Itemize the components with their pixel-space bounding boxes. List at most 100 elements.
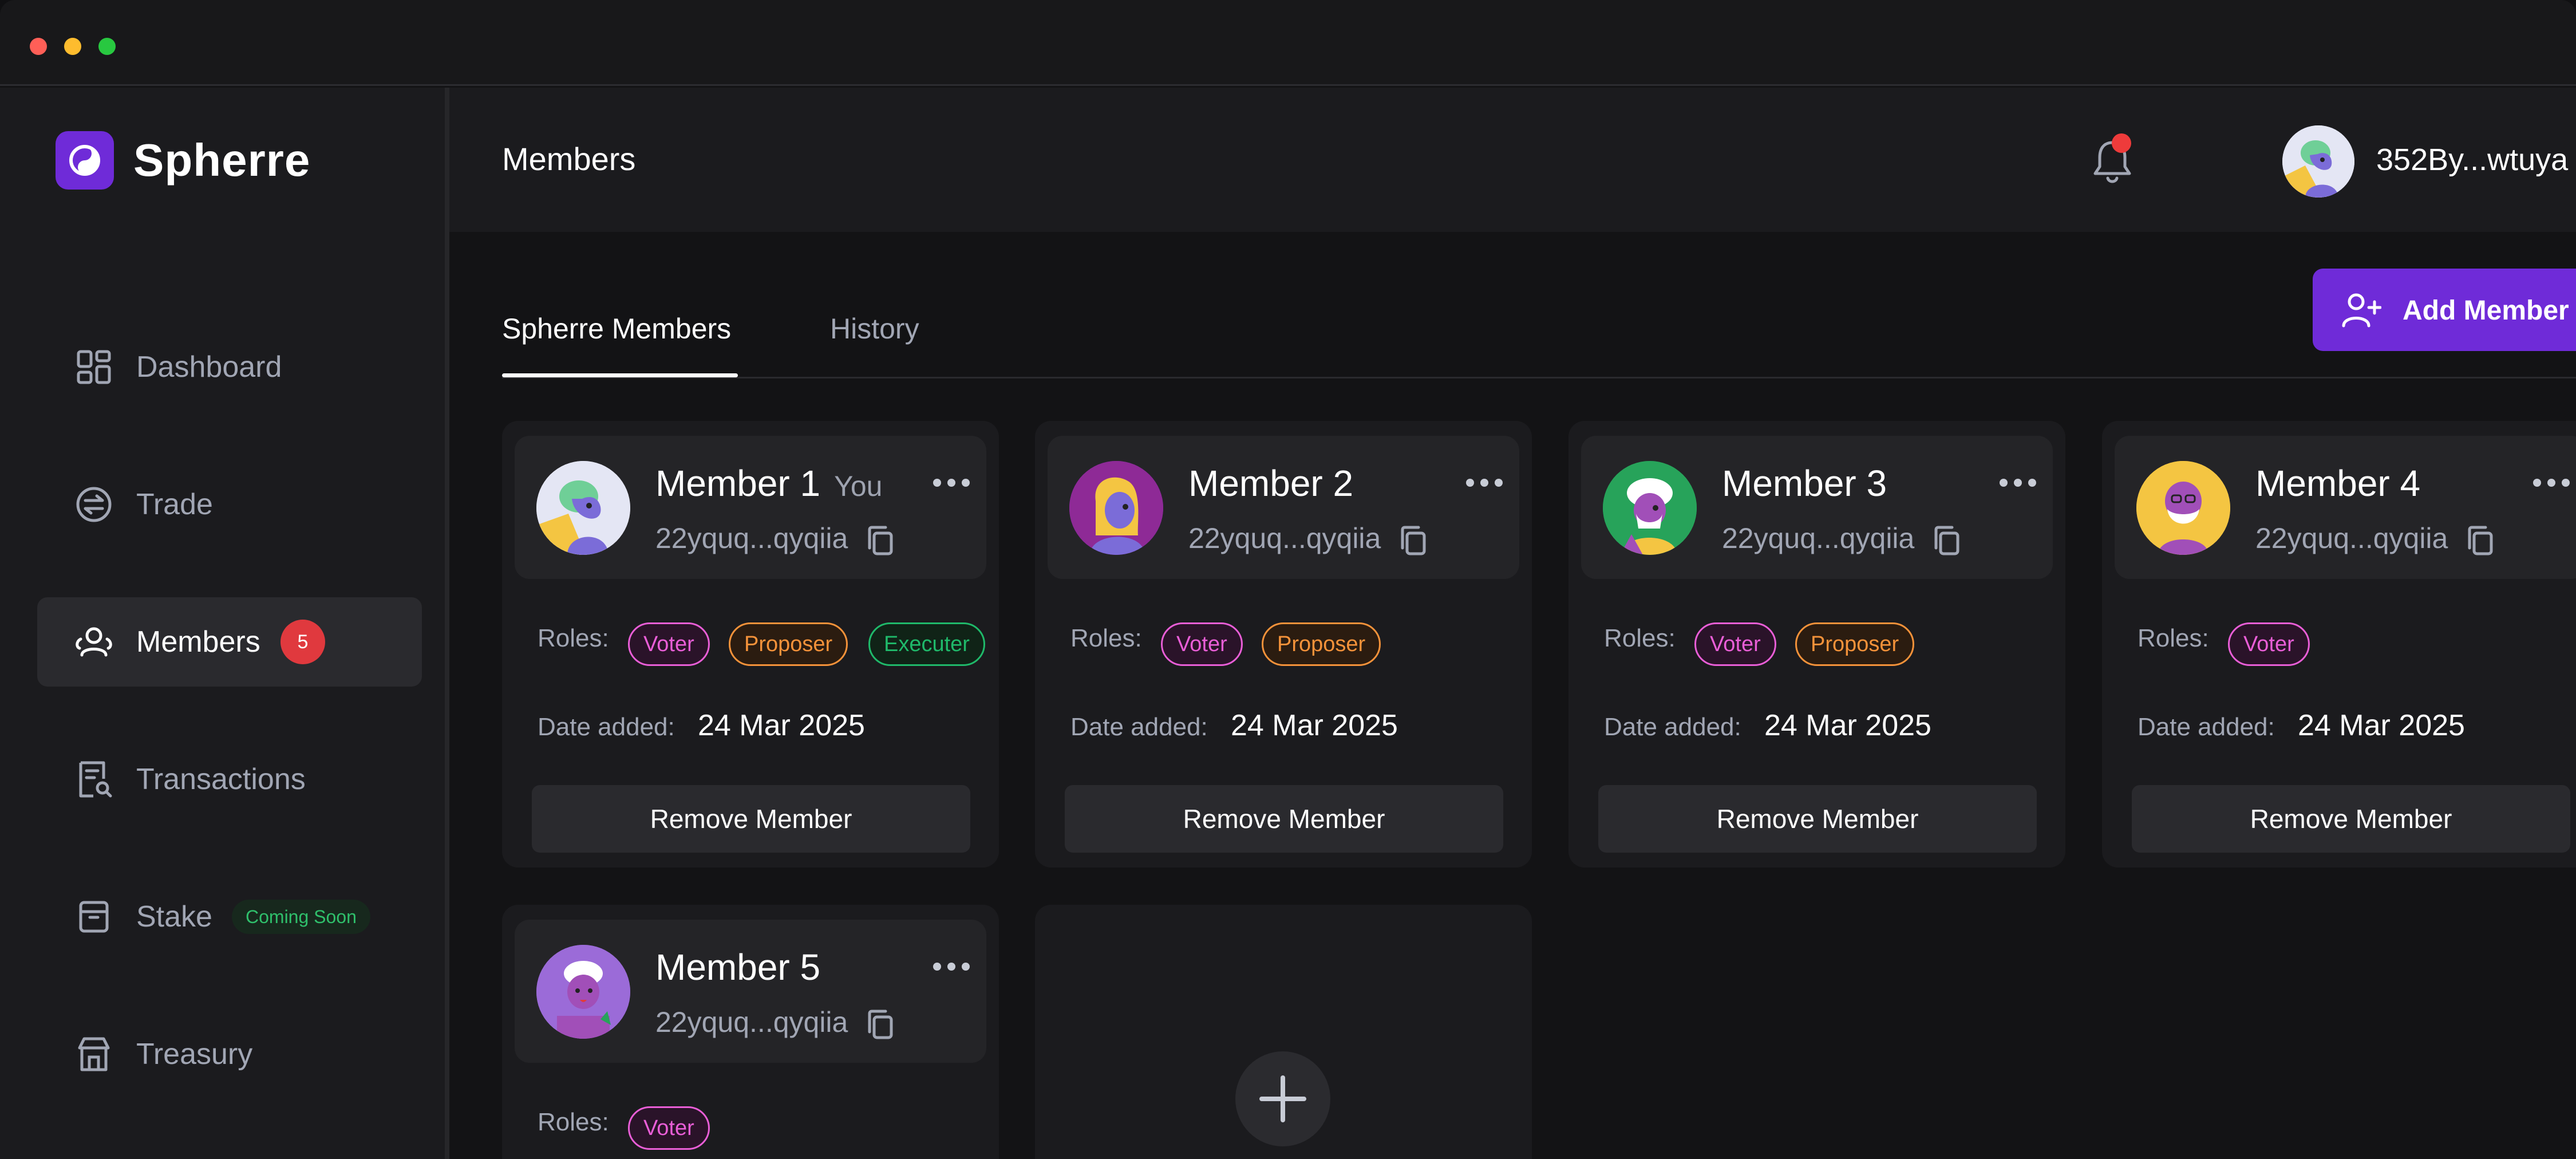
app-window: Spherre Dashboard Trade Members 5 Transa… — [0, 0, 2576, 1159]
remove-member-button[interactable]: Remove Member — [532, 785, 970, 853]
member-card-header: Member 2 22yquq...qyqiia — [1048, 436, 1519, 579]
sidebar-item-dashboard[interactable]: Dashboard — [37, 322, 422, 412]
member-name: Member 2 — [1188, 463, 1354, 504]
member-avatar — [1069, 461, 1163, 555]
copy-icon[interactable] — [1399, 525, 1427, 556]
date-added-value: 24 Mar 2025 — [1764, 709, 1931, 742]
member-card: Member 4 22yquq...qyqiia Roles: Voter Da… — [2102, 421, 2576, 868]
sidebar-item-stake[interactable]: Stake Coming Soon — [37, 872, 422, 961]
members-icon — [76, 627, 112, 657]
page-title: Members — [502, 141, 636, 177]
role-badge-proposer: Proposer — [1262, 622, 1381, 666]
add-user-icon — [2342, 293, 2381, 328]
role-badge-voter: Voter — [1694, 622, 1776, 666]
remove-member-button[interactable]: Remove Member — [2132, 785, 2570, 853]
member-address: 22yquq...qyqiia — [655, 522, 894, 556]
tab-spherre-members[interactable]: Spherre Members — [502, 312, 731, 345]
more-options-icon[interactable] — [1998, 477, 2038, 488]
date-added-label: Date added: — [1070, 713, 1208, 741]
roles-label: Roles: — [538, 1108, 609, 1136]
copy-icon[interactable] — [866, 1009, 894, 1040]
add-member-card[interactable] — [1035, 905, 1532, 1159]
member-name: Member 5 — [655, 947, 821, 988]
sidebar-item-transactions[interactable]: Transactions — [37, 735, 422, 824]
role-badge-voter: Voter — [628, 1106, 710, 1150]
roles-label: Roles: — [538, 624, 609, 652]
member-card: Member 5 22yquq...qyqiia Roles: Voter — [502, 905, 999, 1159]
dashboard-icon — [77, 350, 111, 384]
member-avatar — [2136, 461, 2230, 555]
user-avatar[interactable] — [2282, 125, 2354, 198]
role-badge-voter: Voter — [1161, 622, 1243, 666]
brand-name: Spherre — [133, 135, 311, 186]
transactions-icon — [79, 761, 112, 798]
copy-icon[interactable] — [1933, 525, 1960, 556]
window-titlebar — [0, 0, 2576, 86]
member-address: 22yquq...qyqiia — [1188, 522, 1427, 556]
member-card: Member 2 22yquq...qyqiia Roles: Voter Pr… — [1035, 421, 1532, 868]
you-label: You — [834, 470, 883, 502]
role-badge-executer: Executer — [868, 622, 985, 666]
member-address: 22yquq...qyqiia — [2255, 522, 2494, 556]
close-window-button[interactable] — [30, 38, 47, 55]
treasury-icon — [78, 1037, 110, 1071]
roles-label: Roles: — [1604, 624, 1676, 652]
copy-icon[interactable] — [866, 525, 894, 556]
member-card-header: Member 1 You 22yquq...qyqiia — [515, 436, 986, 579]
coming-soon-badge: Coming Soon — [232, 900, 370, 934]
roles-label: Roles: — [1070, 624, 1142, 652]
stake-icon — [79, 901, 109, 933]
sidebar-item-label: Transactions — [136, 763, 306, 796]
sidebar-item-label: Dashboard — [136, 350, 282, 384]
tab-history[interactable]: History — [830, 312, 919, 345]
sidebar-item-trade[interactable]: Trade — [37, 460, 422, 549]
role-badge-proposer: Proposer — [729, 622, 848, 666]
date-added-label: Date added: — [1604, 713, 1741, 741]
date-added-label: Date added: — [2138, 713, 2275, 741]
member-address: 22yquq...qyqiia — [1722, 522, 1960, 556]
member-card-header: Member 4 22yquq...qyqiia — [2115, 436, 2576, 579]
remove-member-button[interactable]: Remove Member — [1598, 785, 2037, 853]
member-address: 22yquq...qyqiia — [655, 1006, 894, 1040]
remove-member-button[interactable]: Remove Member — [1065, 785, 1503, 853]
brand[interactable]: Spherre — [56, 131, 310, 190]
more-options-icon[interactable] — [931, 961, 971, 972]
members-count-badge: 5 — [280, 620, 325, 664]
maximize-window-button[interactable] — [98, 38, 116, 55]
member-card: Member 3 22yquq...qyqiia Roles: Voter Pr… — [1568, 421, 2065, 868]
more-options-icon[interactable] — [2531, 477, 2571, 488]
member-name: Member 1 You — [655, 463, 883, 504]
member-name: Member 4 — [2255, 463, 2421, 504]
role-badge-voter: Voter — [2228, 622, 2310, 666]
sidebar: Spherre Dashboard Trade Members 5 Transa… — [0, 88, 449, 1159]
spherre-logo-icon — [56, 131, 114, 190]
user-wallet-address[interactable]: 352By...wtuya — [2376, 142, 2568, 178]
sidebar-item-treasury[interactable]: Treasury — [37, 1010, 422, 1099]
active-tab-indicator — [502, 373, 738, 377]
date-added-label: Date added: — [538, 713, 675, 741]
roles-label: Roles: — [2138, 624, 2209, 652]
member-card: Member 1 You 22yquq...qyqiia Roles: Voter… — [502, 421, 999, 868]
trade-icon — [76, 487, 112, 522]
member-card-header: Member 3 22yquq...qyqiia — [1581, 436, 2053, 579]
tabs-divider — [502, 377, 2576, 379]
sidebar-item-members[interactable]: Members 5 — [37, 597, 422, 687]
more-options-icon[interactable] — [1464, 477, 1504, 488]
member-avatar — [536, 461, 630, 555]
add-member-label: Add Member — [2403, 295, 2569, 326]
more-options-icon[interactable] — [931, 477, 971, 488]
date-added-value: 24 Mar 2025 — [1231, 709, 1398, 742]
add-member-button[interactable]: Add Member — [2313, 269, 2576, 351]
top-header: Members 352By...wtuya — [449, 88, 2576, 232]
sidebar-item-label: Treasury — [136, 1038, 253, 1071]
notification-dot — [2112, 133, 2131, 153]
member-card-header: Member 5 22yquq...qyqiia — [515, 920, 986, 1063]
sidebar-item-label: Members — [136, 625, 260, 659]
date-added-value: 24 Mar 2025 — [698, 709, 865, 742]
member-avatar — [1603, 461, 1697, 555]
minimize-window-button[interactable] — [64, 38, 81, 55]
member-name: Member 3 — [1722, 463, 1887, 504]
date-added-value: 24 Mar 2025 — [2298, 709, 2465, 742]
copy-icon[interactable] — [2466, 525, 2494, 556]
add-member-plus-button[interactable] — [1235, 1051, 1330, 1146]
